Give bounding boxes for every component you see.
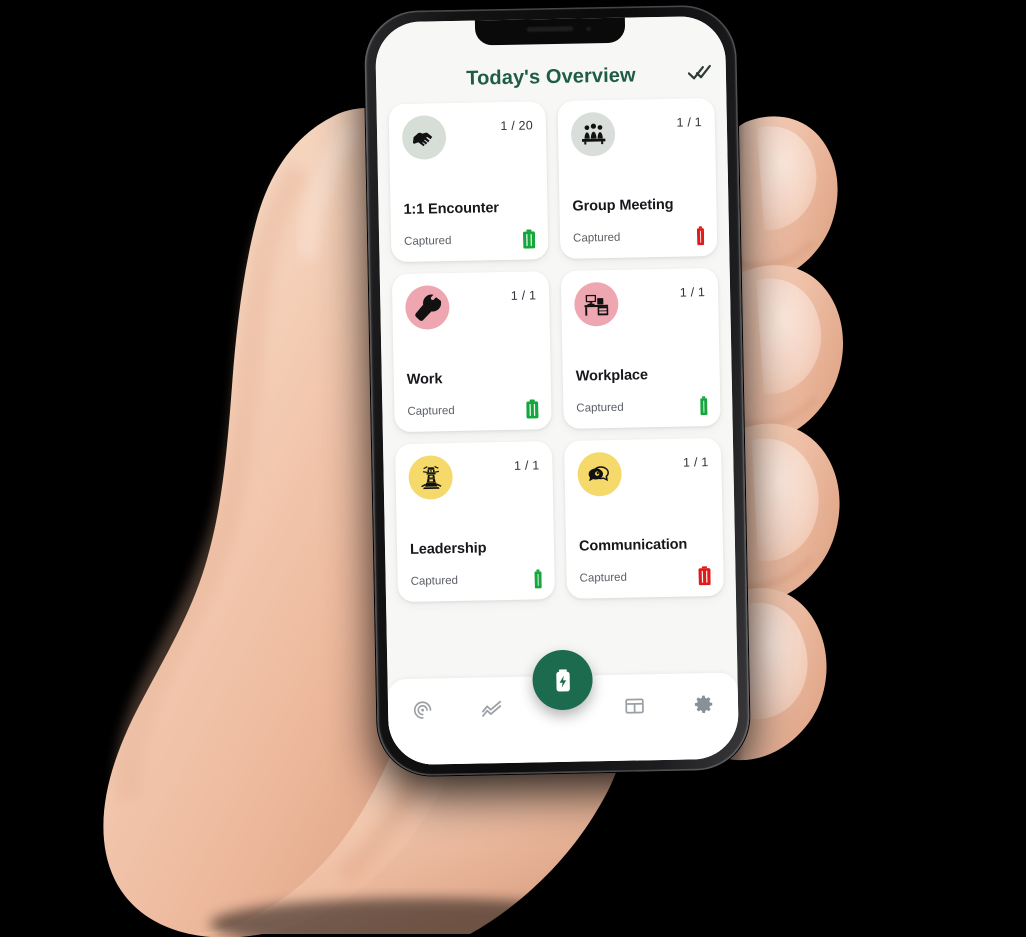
card-header: 1 / 1	[577, 450, 709, 497]
card-title: Workplace	[575, 367, 649, 385]
double-check-icon[interactable]	[687, 62, 712, 82]
badge-circle	[401, 115, 447, 160]
card-title: Group Meeting	[572, 196, 674, 215]
card-status: Captured	[576, 401, 624, 415]
badge-circle	[577, 451, 623, 497]
card-footer: Captured	[572, 226, 705, 248]
overview-card-grid: 1 / 20 1:1 Encounter Captured 1 / 1 Grou…	[376, 94, 737, 658]
wrench-icon	[414, 294, 441, 321]
handshake-icon	[412, 132, 432, 146]
card-footer: Captured	[407, 399, 539, 421]
card-footer: Captured	[576, 396, 708, 418]
scene: Today's Overview 1 / 20 1:1 Encounter Ca…	[0, 0, 1026, 937]
battery-low-green-icon	[534, 569, 542, 589]
gear-icon	[694, 695, 713, 713]
card-count: 1 / 1	[510, 288, 537, 303]
card-status: Captured	[407, 404, 455, 418]
nav-item-settings[interactable]	[668, 687, 738, 722]
card-header: 1 / 1	[408, 453, 540, 500]
card-status: Captured	[410, 574, 459, 588]
card-footer: Captured	[410, 569, 542, 591]
card-status: Captured	[579, 571, 628, 585]
phone-device: Today's Overview 1 / 20 1:1 Encounter Ca…	[363, 4, 751, 777]
card-title: Leadership	[409, 540, 487, 558]
trending-zigzag-icon	[482, 700, 502, 717]
card-count: 1 / 1	[682, 455, 709, 470]
card-title: Communication	[578, 536, 688, 555]
card-status: Captured	[403, 234, 452, 248]
card-one-on-one-encounter[interactable]: 1 / 20 1:1 Encounter Captured	[388, 101, 549, 263]
badge-circle	[573, 281, 619, 327]
battery-full-green-icon	[526, 399, 539, 419]
badge-circle	[404, 285, 450, 330]
card-status: Captured	[572, 231, 621, 245]
card-header: 1 / 1	[404, 283, 537, 330]
earpiece-speaker	[526, 25, 575, 33]
speech-bubbles-icon	[588, 465, 609, 481]
card-footer: Captured	[403, 229, 536, 251]
card-leadership[interactable]: 1 / 1 Leadership Captured	[394, 441, 556, 603]
lighthouse-icon	[420, 465, 441, 489]
battery-low-red-icon	[696, 226, 705, 246]
card-group-meeting[interactable]: 1 / 1 Group Meeting Captured	[557, 97, 718, 259]
card-workplace[interactable]: 1 / 1 Workplace Captured	[560, 267, 721, 429]
card-title: 1:1 Encounter	[403, 200, 500, 218]
card-count: 1 / 20	[500, 118, 534, 134]
card-work[interactable]: 1 / 1 Work Captured	[391, 271, 552, 433]
notch	[474, 15, 626, 46]
page-title: Today's Overview	[466, 64, 636, 90]
battery-full-green-icon	[522, 229, 536, 249]
card-footer: Captured	[579, 566, 711, 588]
card-header: 1 / 1	[573, 280, 706, 327]
battery-low-green-icon	[700, 396, 708, 416]
nav-item-dashboard[interactable]	[599, 688, 669, 723]
nav-item-radar[interactable]	[388, 692, 458, 727]
badge-circle	[408, 455, 454, 500]
group-meeting-icon	[581, 123, 605, 145]
battery-full-red-icon	[698, 566, 711, 586]
nav-item-trends[interactable]	[457, 691, 527, 726]
app-root: Today's Overview 1 / 20 1:1 Encounter Ca…	[374, 15, 740, 766]
radar-icon	[414, 700, 432, 719]
desk-icon	[583, 294, 608, 316]
battery-charging-icon	[555, 668, 570, 692]
card-header: 1 / 20	[401, 113, 534, 160]
card-communication[interactable]: 1 / 1 Communication Captured	[563, 437, 724, 599]
card-header: 1 / 1	[570, 110, 703, 157]
phone-screen: Today's Overview 1 / 20 1:1 Encounter Ca…	[374, 15, 740, 766]
card-title: Work	[406, 371, 443, 388]
card-count: 1 / 1	[676, 115, 703, 130]
badge-circle	[570, 111, 616, 157]
front-camera	[586, 26, 592, 32]
card-count: 1 / 1	[513, 458, 540, 473]
dashboard-layout-icon	[624, 698, 644, 714]
card-count: 1 / 1	[679, 285, 706, 300]
bottom-nav-area	[387, 649, 740, 766]
